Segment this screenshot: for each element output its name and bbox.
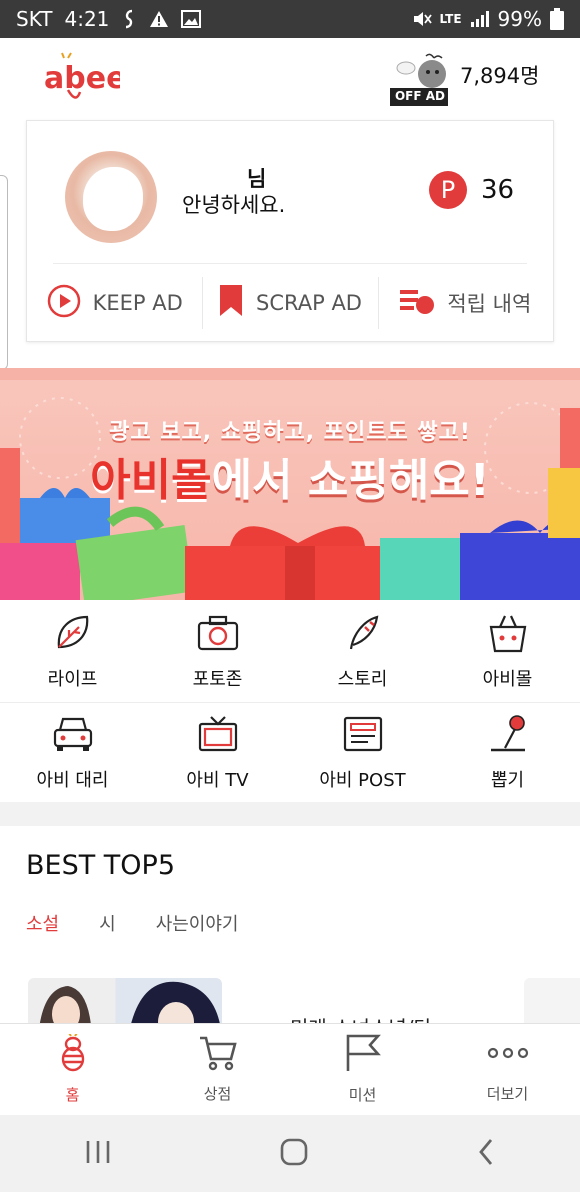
shopping-bag-icon — [487, 613, 529, 657]
scrap-ad-label: SCRAP AD — [256, 291, 362, 315]
offad-label: OFF AD — [394, 89, 446, 103]
keep-ad-button[interactable]: KEEP AD — [27, 273, 202, 333]
more-icon — [486, 1035, 530, 1075]
image-icon — [181, 10, 202, 28]
points-icon: P — [429, 171, 467, 209]
menu-photozone-label: 포토존 — [192, 669, 243, 690]
battery-label: 99% — [497, 7, 542, 31]
menu-driver[interactable]: 아비 대리 — [0, 703, 145, 802]
history-list-icon — [399, 287, 435, 320]
tab-novel[interactable]: 소설 — [26, 910, 59, 936]
best-tabs: 소설 시 사는이야기 — [26, 910, 239, 936]
status-bar: SKT 4:21 LTE 99% — [0, 0, 580, 38]
nav-shop-label: 상점 — [203, 1085, 232, 1103]
section-gap — [0, 802, 580, 826]
category-menu: 라이프 포토존 스토리 아비몰 아비 대리 아비 TV 아비 POST 뽑기 — [0, 602, 580, 802]
member-count: 7,894명 — [460, 64, 540, 88]
car-icon — [52, 714, 94, 758]
tv-icon — [197, 714, 239, 758]
nav-home[interactable]: 홈 — [0, 1024, 145, 1115]
play-circle-icon — [47, 284, 81, 323]
bottom-nav: 홈 상점 미션 더보기 — [0, 1023, 580, 1115]
menu-draw[interactable]: 뽑기 — [435, 703, 580, 802]
menu-draw-label: 뽑기 — [490, 769, 525, 791]
menu-life-label: 라이프 — [47, 669, 98, 690]
nav-mission[interactable]: 미션 — [290, 1024, 435, 1115]
keep-ad-label: KEEP AD — [92, 291, 183, 315]
scrap-ad-button[interactable]: SCRAP AD — [202, 273, 377, 333]
recent-apps-icon[interactable] — [84, 1139, 112, 1169]
cart-icon — [198, 1035, 238, 1075]
home-bee-icon — [61, 1032, 85, 1076]
card-divider — [53, 263, 527, 264]
greeting-text: 안녕하세요. — [182, 193, 286, 217]
points-display[interactable]: P 36 — [429, 171, 514, 209]
points-value: 36 — [481, 175, 515, 205]
menu-story-label: 스토리 — [337, 669, 388, 690]
edge-panel-handle[interactable] — [0, 175, 8, 370]
menu-tv[interactable]: 아비 TV — [145, 703, 290, 802]
joystick-icon — [487, 714, 529, 758]
profile-card: 님 안녕하세요. P 36 KEEP AD SCRAP AD 적립 내역 — [26, 120, 554, 342]
menu-post[interactable]: 아비 POST — [290, 703, 435, 802]
offad-badge[interactable]: OFF AD — [388, 52, 452, 108]
network-label: LTE — [439, 12, 462, 26]
flag-icon — [344, 1034, 382, 1076]
warning-icon — [149, 10, 169, 28]
avatar[interactable] — [65, 151, 157, 243]
home-button-icon[interactable] — [279, 1137, 309, 1171]
menu-row: 라이프 포토존 스토리 아비몰 — [0, 602, 580, 702]
menu-row: 아비 대리 아비 TV 아비 POST 뽑기 — [0, 702, 580, 802]
logo-text: abee — [44, 61, 120, 96]
history-button[interactable]: 적립 내역 — [377, 273, 553, 333]
menu-life[interactable]: 라이프 — [0, 602, 145, 702]
carrier-label: SKT — [16, 7, 53, 31]
menu-abeemall-label: 아비몰 — [482, 669, 533, 690]
promo-banner[interactable]: 광고 보고, 쇼핑하고, 포인트도 쌓고! 아비몰에서 쇼핑해요! — [0, 368, 580, 600]
nav-more[interactable]: 더보기 — [435, 1024, 580, 1115]
menu-abeemall[interactable]: 아비몰 — [435, 602, 580, 702]
menu-photozone[interactable]: 포토존 — [145, 602, 290, 702]
tab-life-story[interactable]: 사는이야기 — [156, 910, 239, 936]
system-nav-bar — [0, 1115, 580, 1192]
nav-home-label: 홈 — [65, 1086, 80, 1104]
abee-logo[interactable]: abee — [42, 52, 126, 108]
post-icon — [342, 714, 384, 758]
banner-subheadline: 아비몰에서 쇼핑해요! — [0, 444, 580, 508]
nav-mission-label: 미션 — [348, 1086, 377, 1104]
menu-story[interactable]: 스토리 — [290, 602, 435, 702]
camera-icon — [196, 613, 240, 657]
time-label: 4:21 — [64, 7, 110, 31]
menu-tv-label: 아비 TV — [186, 769, 249, 791]
feather-pen-icon — [343, 613, 383, 657]
signal-icon — [470, 10, 490, 28]
menu-driver-label: 아비 대리 — [36, 769, 109, 791]
back-icon[interactable] — [476, 1137, 496, 1171]
leaf-icon — [53, 613, 93, 657]
best-section-title: BEST TOP5 — [26, 850, 176, 881]
banner-accent: 아비몰 — [90, 455, 212, 506]
card-actions: KEEP AD SCRAP AD 적립 내역 — [27, 273, 553, 333]
mute-icon — [412, 10, 432, 28]
banner-rest: 에서 쇼핑해요! — [211, 455, 490, 506]
battery-icon — [550, 8, 564, 30]
nav-more-label: 더보기 — [486, 1085, 529, 1103]
banner-headline: 광고 보고, 쇼핑하고, 포인트도 쌓고! — [109, 420, 471, 445]
history-label: 적립 내역 — [447, 292, 532, 316]
link-icon — [121, 9, 137, 29]
nav-shop[interactable]: 상점 — [145, 1024, 290, 1115]
bookmark-icon — [218, 284, 244, 323]
app-header: abee OFF AD 7,894명 — [0, 38, 580, 118]
menu-post-label: 아비 POST — [319, 769, 406, 791]
tab-poem[interactable]: 시 — [99, 910, 116, 936]
